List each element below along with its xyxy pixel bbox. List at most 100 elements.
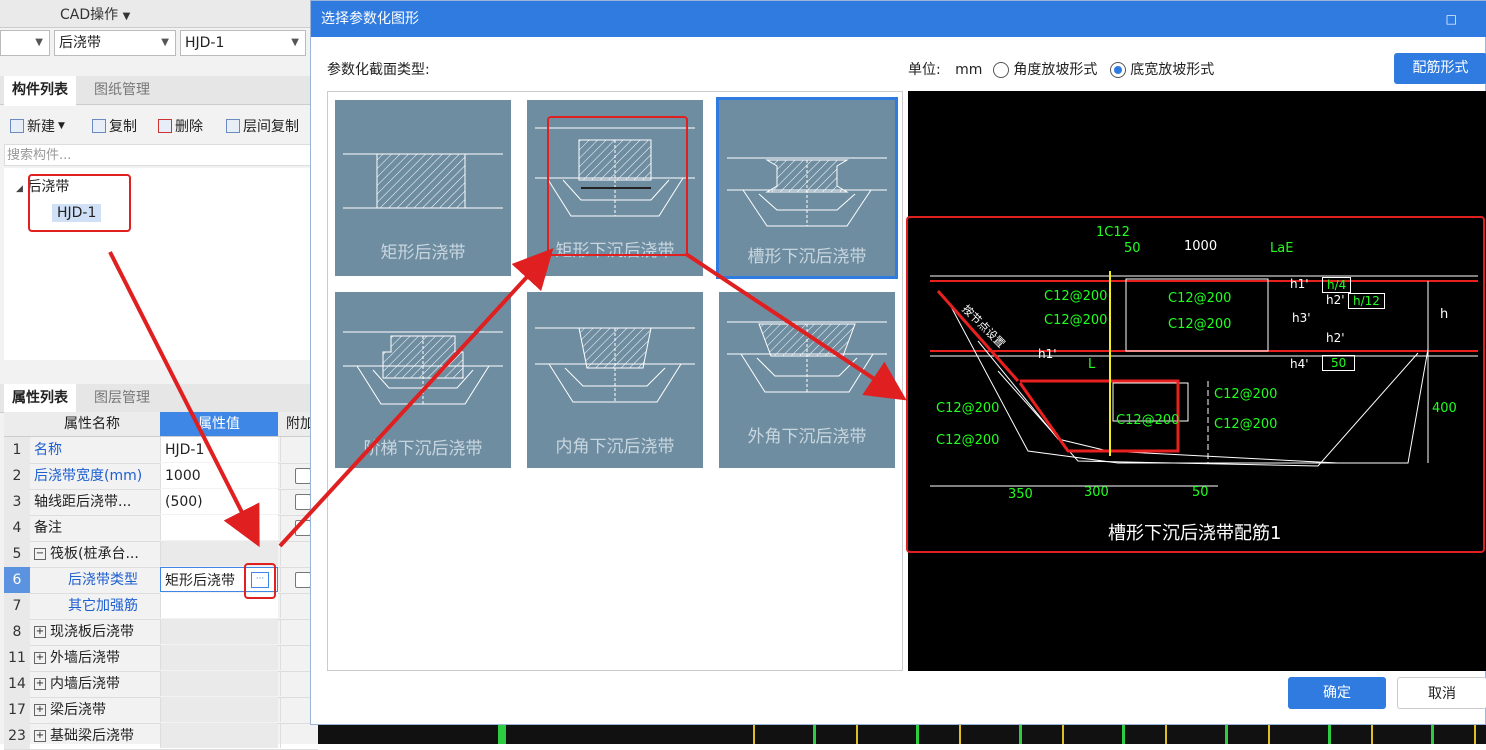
- collapse-icon[interactable]: −: [34, 548, 46, 560]
- rebar-form-button[interactable]: 配筋形式: [1394, 53, 1486, 84]
- expand-icon[interactable]: +: [34, 704, 46, 716]
- new-label: 新建: [27, 119, 55, 135]
- thumb-caption: 矩形后浇带: [380, 243, 466, 263]
- radio-angle-slope[interactable]: [992, 62, 1009, 78]
- copy-button[interactable]: 复制: [92, 116, 137, 136]
- copy-label: 复制: [109, 119, 137, 135]
- property-value[interactable]: [160, 515, 278, 540]
- component-name-dropdown[interactable]: HJD-1 ▼: [180, 30, 306, 56]
- cad-toolbar: CAD操作 ▼: [0, 0, 318, 28]
- property-name-group[interactable]: + 内墙后浇带: [34, 671, 154, 697]
- property-value[interactable]: HJD-1: [160, 437, 278, 462]
- cad-canvas-strip[interactable]: [318, 725, 1486, 744]
- row-number: 6: [4, 567, 30, 593]
- property-value[interactable]: 1000: [160, 463, 278, 488]
- extra-cell: [280, 723, 319, 748]
- thumb-trough-sunken-selected[interactable]: 槽形下沉后浇带: [716, 97, 898, 279]
- parametric-shape-dialog: 选择参数化图形 □ 参数化截面类型: 单位: mm 角度放坡形式 底宽放坡形式 …: [310, 0, 1486, 725]
- expand-triangle-icon: ◢: [16, 184, 23, 194]
- property-row[interactable]: 17 + 梁后浇带: [4, 697, 318, 724]
- property-row[interactable]: 1 名称 HJD-1: [4, 437, 318, 464]
- property-row[interactable]: 2 后浇带宽度(mm) 1000: [4, 463, 318, 490]
- property-name-group[interactable]: − 筏板(桩承台...: [34, 541, 154, 567]
- tab-component-list[interactable]: 构件列表: [4, 76, 76, 106]
- thumb-caption: 阶梯下沉后浇带: [363, 439, 483, 459]
- delete-label: 删除: [175, 119, 203, 135]
- tab-property-list[interactable]: 属性列表: [4, 384, 76, 414]
- ok-button[interactable]: 确定: [1288, 677, 1386, 709]
- radio-bottom-width-slope[interactable]: [1109, 62, 1126, 78]
- row-number: 7: [4, 593, 30, 619]
- component-name-value: HJD-1: [185, 35, 225, 51]
- component-type-dropdown[interactable]: 后浇带 ▼: [54, 30, 176, 56]
- thumb-caption: 槽形下沉后浇带: [747, 247, 867, 267]
- floor-copy-button[interactable]: 层间复制: [226, 116, 299, 136]
- new-icon: [10, 119, 24, 133]
- dialog-title: 选择参数化图形: [321, 11, 419, 27]
- property-name: 现浇板后浇带: [50, 624, 134, 640]
- property-tabs: 属性列表 图层管理: [0, 384, 318, 414]
- new-button[interactable]: 新建 ▼: [10, 116, 65, 136]
- property-row[interactable]: 14 + 内墙后浇带: [4, 671, 318, 698]
- chevron-down-icon: ▼: [161, 37, 169, 48]
- left-panel: CAD操作 ▼ ▼ 后浇带 ▼ HJD-1 ▼ 构件列表 图纸管理 新建 ▼ 复制 删…: [0, 0, 319, 750]
- highlight-box-preview: [906, 216, 1485, 553]
- property-name-group[interactable]: + 基础梁后浇带: [34, 723, 154, 749]
- cancel-button[interactable]: 取消: [1397, 677, 1486, 709]
- property-name: 轴线距后浇带...: [34, 494, 132, 510]
- extra-checkbox[interactable]: [295, 494, 311, 510]
- unit-value: mm: [955, 62, 983, 78]
- property-name-group[interactable]: + 梁后浇带: [34, 697, 154, 723]
- row-number: 3: [4, 489, 30, 515]
- property-row[interactable]: 3 轴线距后浇带... (500): [4, 489, 318, 516]
- chevron-down-icon: ▼: [122, 11, 131, 22]
- property-row[interactable]: 4 备注: [4, 515, 318, 542]
- extra-checkbox[interactable]: [295, 572, 311, 588]
- property-value: [160, 645, 278, 670]
- row-number: 2: [4, 463, 30, 489]
- component-search-input[interactable]: 搜索构件...: [4, 144, 314, 166]
- property-row[interactable]: 11 + 外墙后浇带: [4, 645, 318, 672]
- property-name: 后浇带宽度(mm): [34, 468, 143, 484]
- radio-bottom-width-slope-label: 底宽放坡形式: [1130, 62, 1215, 78]
- component-type-value: 后浇带: [59, 35, 101, 51]
- row-number: 17: [4, 697, 30, 723]
- property-name: 内墙后浇带: [50, 676, 120, 692]
- chevron-down-icon: ▼: [291, 37, 299, 48]
- row-number: 11: [4, 645, 30, 671]
- tab-drawing-management[interactable]: 图纸管理: [86, 76, 158, 104]
- delete-icon: [158, 119, 172, 133]
- component-toolbar: 新建 ▼ 复制 删除 层间复制: [0, 112, 318, 138]
- highlight-box-thumb: [547, 116, 688, 256]
- extra-checkbox[interactable]: [295, 520, 311, 536]
- property-value: [160, 619, 278, 644]
- thumb-step-sunken[interactable]: 阶梯下沉后浇带: [335, 292, 511, 468]
- cad-operations-menu[interactable]: CAD操作 ▼: [60, 4, 130, 24]
- tab-layer-management[interactable]: 图层管理: [86, 384, 158, 412]
- thumb-inner-corner-sunken[interactable]: 内角下沉后浇带: [527, 292, 703, 468]
- header-property-value: 属性值: [160, 412, 278, 436]
- property-name: 备注: [34, 520, 62, 536]
- property-row[interactable]: 8 + 现浇板后浇带: [4, 619, 318, 646]
- dropdown-category-left[interactable]: ▼: [0, 30, 50, 56]
- highlight-box-ellipsis: [244, 563, 276, 599]
- property-value[interactable]: (500): [160, 489, 278, 514]
- property-name-group[interactable]: + 现浇板后浇带: [34, 619, 154, 645]
- highlight-box-tree: [28, 174, 131, 232]
- thumb-outer-corner-sunken[interactable]: 外角下沉后浇带: [719, 292, 895, 468]
- expand-icon[interactable]: +: [34, 626, 46, 638]
- property-row[interactable]: 23 + 基础梁后浇带: [4, 723, 318, 750]
- expand-icon[interactable]: +: [34, 652, 46, 664]
- expand-icon[interactable]: +: [34, 730, 46, 742]
- expand-icon[interactable]: +: [34, 678, 46, 690]
- canvas-element: [713, 725, 1486, 744]
- chevron-down-icon: ▼: [35, 37, 43, 48]
- delete-button[interactable]: 删除: [158, 116, 203, 136]
- maximize-button[interactable]: □: [1446, 1, 1457, 37]
- property-name-group[interactable]: + 外墙后浇带: [34, 645, 154, 671]
- property-value: [160, 723, 278, 748]
- header-property-name: 属性名称: [64, 416, 120, 432]
- thumb-rectangular[interactable]: 矩形后浇带: [335, 100, 511, 276]
- extra-checkbox[interactable]: [295, 468, 311, 484]
- property-grid-header: 属性名称 属性值 附加: [4, 412, 318, 437]
